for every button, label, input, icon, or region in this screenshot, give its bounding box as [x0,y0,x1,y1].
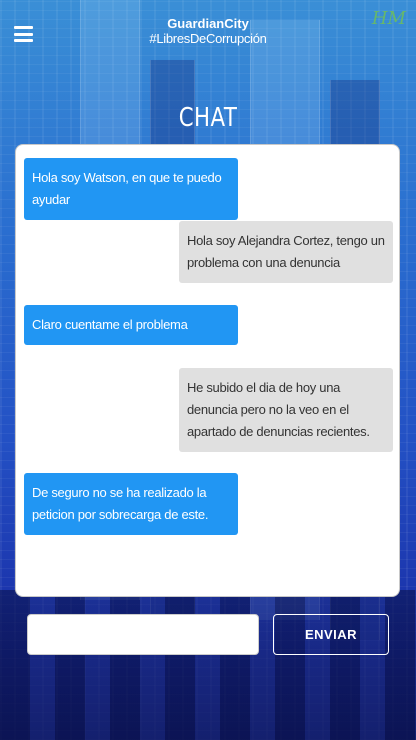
chat-panel: Hola soy Watson, en que te puedo ayudar … [15,144,400,597]
chat-message-user: Hola soy Alejandra Cortez, tengo un prob… [179,221,393,283]
chat-message-user: He subido el dia de hoy una denuncia per… [179,368,393,452]
background-city-bottom [0,590,416,740]
chat-message-bot: Hola soy Watson, en que te puedo ayudar [24,158,238,220]
brand-tagline: #LibresDeCorrupción [149,31,267,46]
brand: GuardianCity #LibresDeCorrupción [0,16,416,47]
message-input[interactable] [27,614,259,655]
app-header: GuardianCity #LibresDeCorrupción HM [0,0,416,66]
brand-name: GuardianCity [167,16,249,31]
logo: HM [371,8,406,29]
chat-message-bot: Claro cuentame el problema [24,305,238,345]
page-title: CHAT [178,103,238,133]
chat-message-bot: De seguro no se ha realizado la peticion… [24,473,238,535]
send-button[interactable]: ENVIAR [273,614,389,655]
